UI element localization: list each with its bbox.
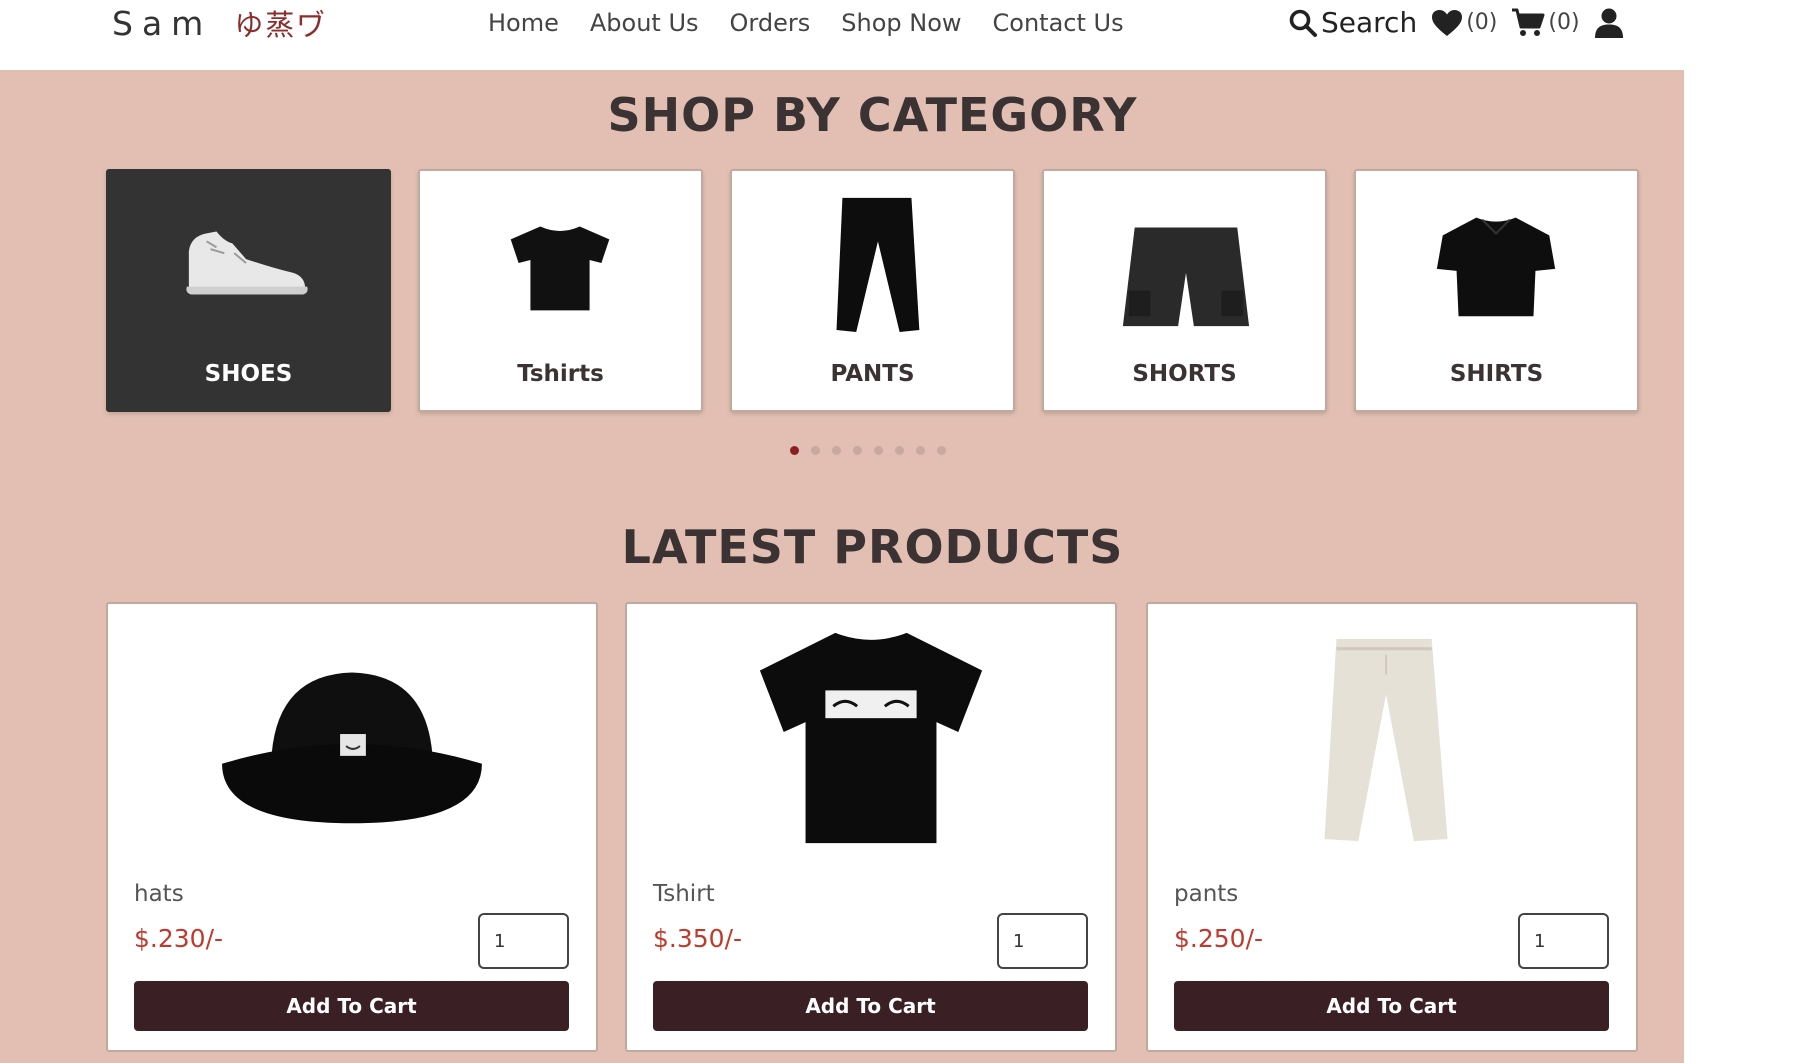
logo-text: Sam: [112, 4, 213, 43]
heart-icon: [1431, 9, 1463, 37]
category-card-shorts[interactable]: SHORTS: [1042, 169, 1327, 412]
category-card-tshirts[interactable]: Tshirts: [418, 169, 703, 412]
add-to-cart-button[interactable]: Add To Cart: [134, 981, 569, 1031]
product-price: $.250/-: [1174, 924, 1264, 953]
carousel-dot[interactable]: [811, 446, 820, 455]
header-tools: Search (0) (0): [1288, 6, 1624, 39]
quantity-input[interactable]: [1518, 913, 1609, 969]
cart-icon: [1511, 8, 1545, 38]
category-carousel-dots: [790, 446, 946, 455]
cart-count: (0): [1548, 10, 1580, 35]
search-label: Search: [1321, 6, 1418, 39]
top-header: Sam ゆ蒸ヷ Home About Us Orders Shop Now Co…: [0, 0, 1797, 70]
shoe-image: [186, 231, 308, 295]
quantity-input[interactable]: [997, 913, 1088, 969]
wishlist-button[interactable]: (0): [1431, 9, 1497, 37]
category-label: Tshirts: [517, 361, 604, 387]
carousel-dot[interactable]: [895, 446, 904, 455]
carousel-dot[interactable]: [874, 446, 883, 455]
nav-shop-now[interactable]: Shop Now: [841, 9, 961, 37]
product-name: Tshirt: [653, 881, 715, 907]
carousel-dot[interactable]: [790, 446, 799, 455]
category-label: SHORTS: [1132, 361, 1237, 387]
category-card-pants[interactable]: PANTS: [730, 169, 1015, 412]
pants-image: [1324, 638, 1448, 842]
logo-kana: ゆ蒸ヷ: [234, 8, 328, 42]
shop-by-category-title: SHOP BY CATEGORY: [607, 88, 1138, 142]
site-logo[interactable]: Sam ゆ蒸ヷ: [112, 2, 327, 44]
hat-image: [222, 672, 482, 824]
category-card-shirts[interactable]: SHIRTS: [1354, 169, 1639, 412]
product-price: $.350/-: [653, 924, 743, 953]
category-label: SHIRTS: [1449, 361, 1544, 387]
main-content: SHOP BY CATEGORY SHOES Tshirts PANTS SHO…: [0, 70, 1684, 1063]
shorts-image: [1122, 227, 1250, 327]
shirt-image: [1436, 217, 1556, 317]
main-nav: Home About Us Orders Shop Now Contact Us: [488, 9, 1124, 37]
carousel-dot[interactable]: [916, 446, 925, 455]
wishlist-count: (0): [1466, 10, 1498, 35]
product-name: pants: [1174, 881, 1239, 907]
product-card-tshirt: Tshirt $.350/- Add To Cart: [625, 602, 1117, 1052]
latest-products-title: LATEST PRODUCTS: [621, 520, 1124, 574]
nav-contact-us[interactable]: Contact Us: [993, 9, 1124, 37]
nav-about-us[interactable]: About Us: [590, 9, 699, 37]
tshirt-image: [510, 226, 610, 311]
pants-image: [836, 197, 920, 333]
nav-home[interactable]: Home: [488, 9, 559, 37]
carousel-dot[interactable]: [853, 446, 862, 455]
product-card-pants: pants $.250/- Add To Cart: [1146, 602, 1638, 1052]
product-card-hats: hats $.230/- Add To Cart: [106, 602, 598, 1052]
add-to-cart-button[interactable]: Add To Cart: [653, 981, 1088, 1031]
account-button[interactable]: [1594, 8, 1624, 38]
product-price: $.230/-: [134, 924, 224, 953]
category-card-shoes[interactable]: SHOES: [106, 169, 391, 412]
carousel-dot[interactable]: [937, 446, 946, 455]
carousel-dot[interactable]: [832, 446, 841, 455]
search-button[interactable]: Search: [1288, 6, 1417, 39]
category-label: SHOES: [204, 361, 293, 387]
quantity-input[interactable]: [478, 913, 569, 969]
add-to-cart-button[interactable]: Add To Cart: [1174, 981, 1609, 1031]
product-name: hats: [134, 881, 184, 907]
tshirt-image: [759, 632, 983, 844]
cart-button[interactable]: (0): [1511, 8, 1580, 38]
user-icon: [1594, 8, 1624, 38]
category-label: PANTS: [830, 361, 915, 387]
search-icon: [1288, 8, 1318, 38]
nav-orders[interactable]: Orders: [730, 9, 811, 37]
